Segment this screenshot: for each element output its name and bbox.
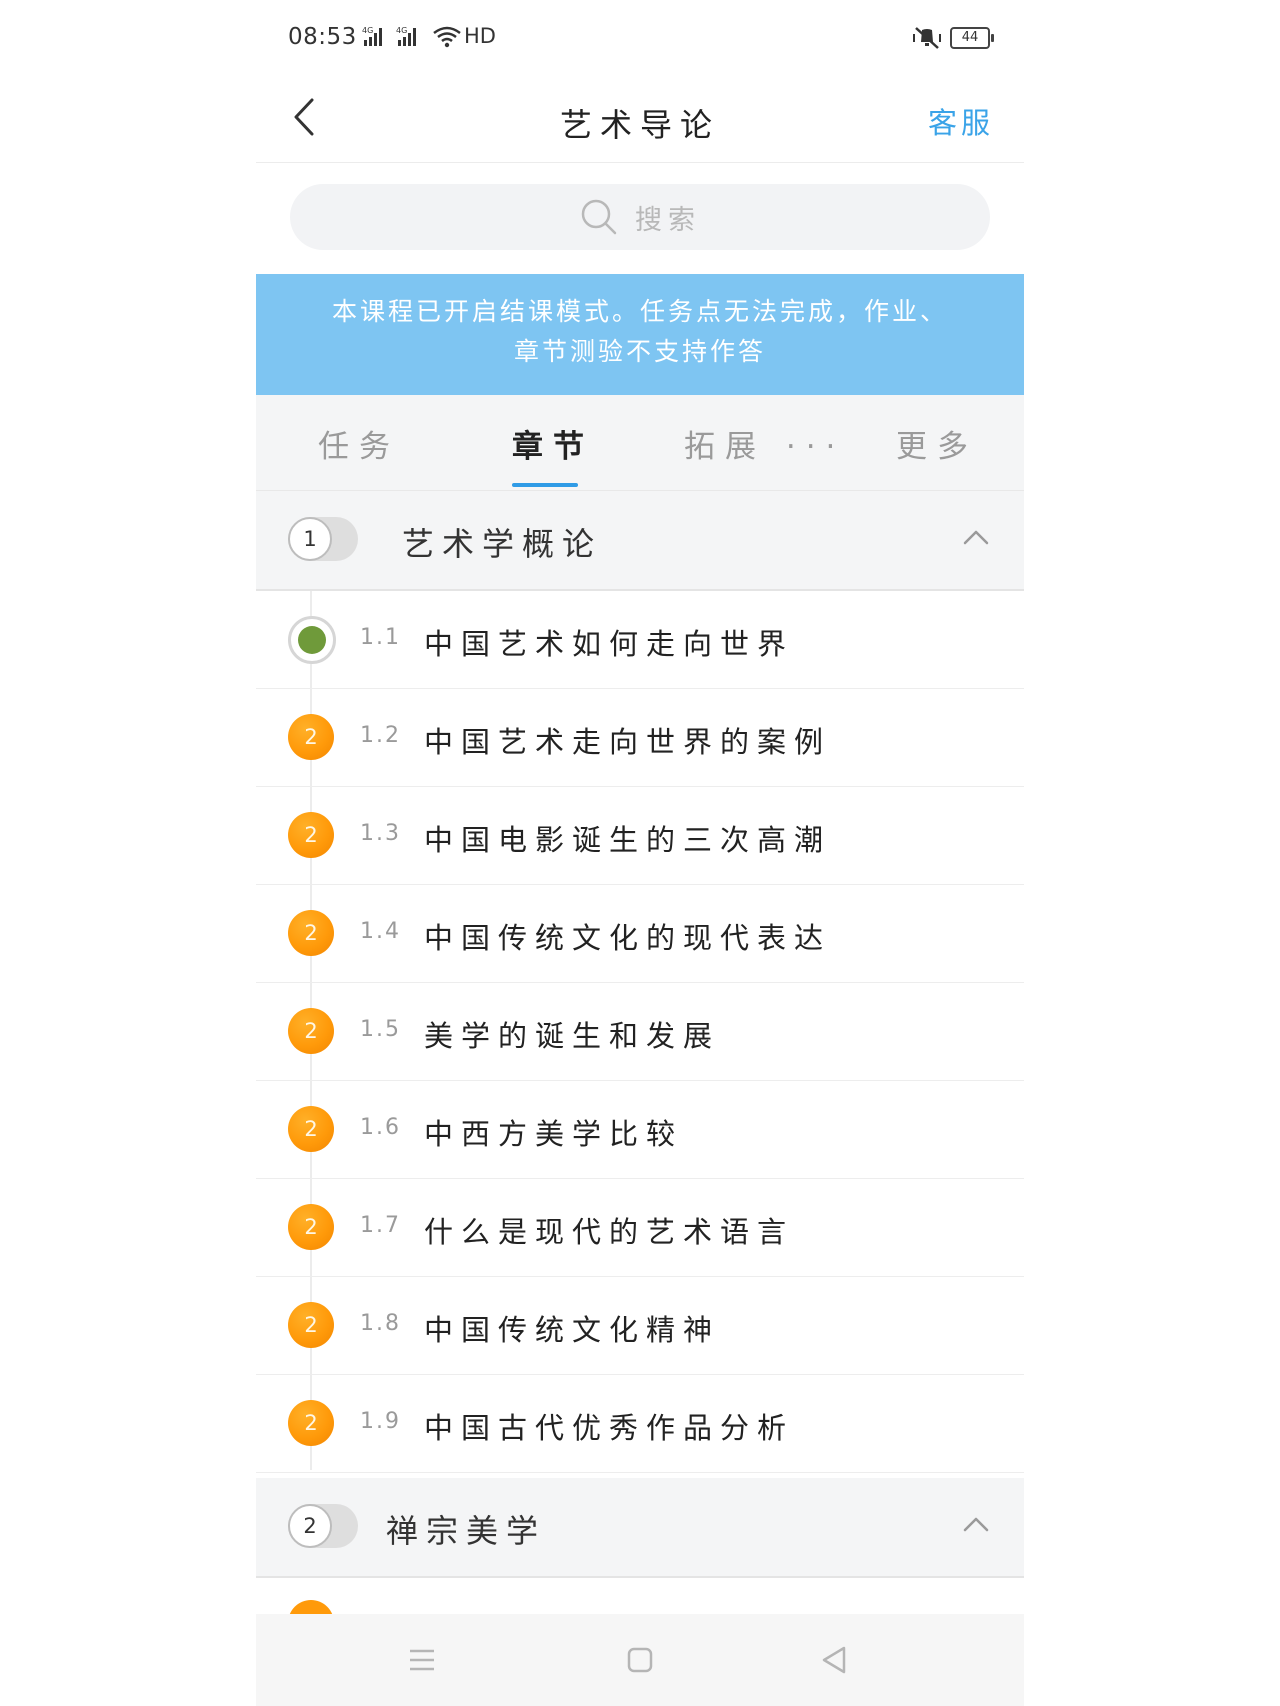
- system-navigation-bar: [256, 1614, 1024, 1706]
- lesson-title: 中国电影诞生的三次高潮: [424, 823, 832, 857]
- status-bar: 08:53 4G 4G HD 44: [256, 0, 1024, 76]
- chapter-title: 禅宗美学: [386, 1512, 547, 1550]
- tab-more[interactable]: 更多: [896, 421, 978, 466]
- back-nav-icon[interactable]: [814, 1640, 854, 1680]
- svg-text:4G: 4G: [362, 26, 373, 35]
- customer-service-link[interactable]: 客服: [928, 100, 994, 142]
- lesson-number: 1.3: [360, 821, 401, 846]
- lesson-row[interactable]: 2 1.4 中国传统文化的现代表达: [256, 885, 1024, 983]
- lesson-row[interactable]: 2 1.2 中国艺术走向世界的案例: [256, 689, 1024, 787]
- status-right-icons: 44: [912, 26, 994, 50]
- menu-icon[interactable]: [402, 1640, 442, 1680]
- lesson-number: 1.7: [360, 1213, 401, 1238]
- chapter-toggle[interactable]: 2: [288, 1504, 358, 1548]
- wifi-icon: [433, 26, 461, 48]
- lesson-title: 中国艺术如何走向世界: [424, 627, 795, 661]
- tab-bar: 任务 章节 拓展 ··· 更多: [256, 395, 1024, 491]
- tab-chapters[interactable]: 章节: [512, 421, 594, 466]
- task-count-badge: 2: [288, 910, 334, 956]
- notice-line-1: 本课程已开启结课模式。任务点无法完成，作业、: [331, 297, 948, 326]
- lesson-number: 1.2: [360, 723, 401, 748]
- lesson-row[interactable]: 1.1 中国艺术如何走向世界: [256, 591, 1024, 689]
- chapter-title: 艺术学概论: [402, 525, 603, 563]
- lesson-row[interactable]: 2 1.6 中西方美学比较: [256, 1081, 1024, 1179]
- lesson-title: 中国传统文化精神: [424, 1313, 721, 1347]
- nav-bar: 艺术导论 客服: [256, 76, 1024, 163]
- lesson-number: 1.4: [360, 919, 401, 944]
- lesson-title: 中西方美学比较: [424, 1117, 684, 1151]
- chevron-up-icon[interactable]: [958, 519, 994, 555]
- lesson-row[interactable]: 2 1.8 中国传统文化精神: [256, 1277, 1024, 1375]
- lesson-number: 1.6: [360, 1115, 401, 1140]
- tab-extension[interactable]: 拓展 ···: [684, 421, 845, 466]
- task-count-badge: 2: [288, 812, 334, 858]
- lesson-row[interactable]: 2 1.5 美学的诞生和发展: [256, 983, 1024, 1081]
- chapter-index: 2: [288, 1504, 332, 1548]
- lesson-row[interactable]: 2 1.9 中国古代优秀作品分析: [256, 1375, 1024, 1473]
- lesson-title: 中国传统文化的现代表达: [424, 921, 832, 955]
- chevron-up-icon[interactable]: [958, 1506, 994, 1542]
- status-time: 08:53: [288, 24, 357, 50]
- cellular-signal-icon: 4G 4G: [362, 26, 416, 46]
- lesson-row[interactable]: 2 1.3 中国电影诞生的三次高潮: [256, 787, 1024, 885]
- hd-label: HD: [464, 24, 496, 48]
- lesson-number: 1.1: [360, 625, 401, 650]
- search-input[interactable]: 搜索: [290, 184, 990, 250]
- lesson-list: 1.1 中国艺术如何走向世界 2 1.2 中国艺术走向世界的案例 2 1.3 中…: [256, 591, 1024, 1473]
- lesson-number: 1.9: [360, 1409, 401, 1434]
- chapter-toggle[interactable]: 1: [288, 517, 358, 561]
- mute-vibrate-icon: [913, 27, 941, 49]
- lesson-title: 美学的诞生和发展: [424, 1019, 721, 1053]
- home-icon[interactable]: [620, 1640, 660, 1680]
- chapter-header[interactable]: 1 艺术学概论: [256, 491, 1024, 591]
- course-closed-notice: 本课程已开启结课模式。任务点无法完成，作业、 章节测验不支持作答: [256, 274, 1024, 395]
- task-count-badge: 2: [288, 1302, 334, 1348]
- partial-task-badge: [288, 1600, 334, 1614]
- task-count-badge: 2: [288, 1204, 334, 1250]
- lesson-title: 什么是现代的艺术语言: [424, 1215, 795, 1249]
- lesson-title: 中国古代优秀作品分析: [424, 1411, 795, 1445]
- lesson-number: 1.8: [360, 1311, 401, 1336]
- app-screen: 08:53 4G 4G HD 44 艺术导论 客服 搜索 本课程已开启结课模式。…: [256, 0, 1024, 1706]
- svg-text:4G: 4G: [396, 26, 407, 35]
- notice-line-2: 章节测验不支持作答: [513, 337, 766, 366]
- completed-status-icon: [288, 616, 336, 664]
- chapter-header[interactable]: 2 禅宗美学: [256, 1478, 1024, 1578]
- active-tab-indicator: [512, 483, 578, 487]
- battery-indicator: 44: [950, 27, 994, 49]
- task-count-badge: 2: [288, 1400, 334, 1446]
- task-count-badge: 2: [288, 1106, 334, 1152]
- lesson-number: 1.5: [360, 1017, 401, 1042]
- task-count-badge: 2: [288, 714, 334, 760]
- task-count-badge: 2: [288, 1008, 334, 1054]
- lesson-title: 中国艺术走向世界的案例: [424, 725, 832, 759]
- chapter-index: 1: [288, 517, 332, 561]
- search-placeholder: 搜索: [635, 204, 701, 236]
- lesson-row[interactable]: 2 1.7 什么是现代的艺术语言: [256, 1179, 1024, 1277]
- search-icon: [581, 199, 617, 235]
- tab-tasks[interactable]: 任务: [318, 421, 400, 466]
- page-title: 艺术导论: [559, 106, 720, 144]
